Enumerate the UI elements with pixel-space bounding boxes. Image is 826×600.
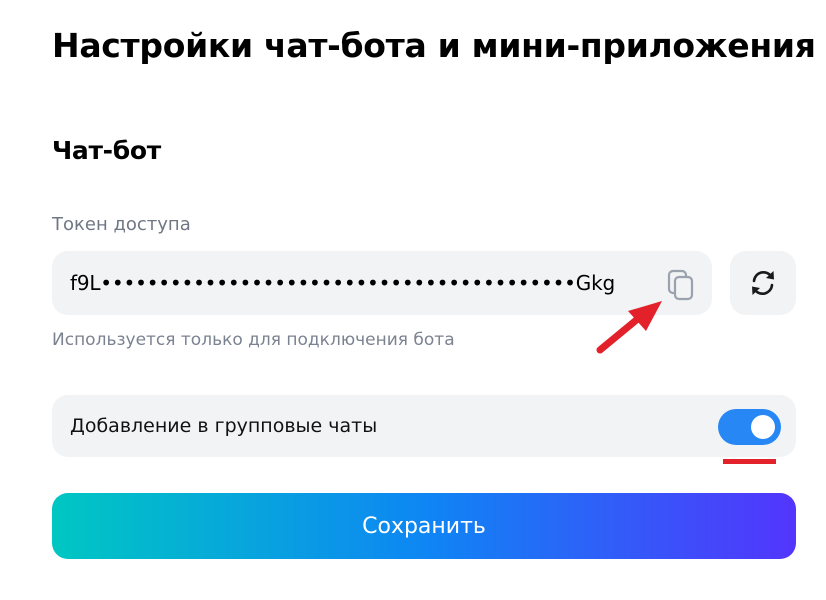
token-hint: Используется только для подключения бота	[52, 330, 455, 350]
section-title-chatbot: Чат-бот	[52, 136, 161, 165]
save-button[interactable]: Сохранить	[52, 493, 796, 559]
group-chats-row: Добавление в групповые чаты	[52, 395, 796, 457]
annotation-arrow	[596, 301, 662, 354]
regenerate-token-button[interactable]	[730, 251, 796, 315]
group-chats-label: Добавление в групповые чаты	[70, 415, 378, 437]
refresh-icon	[752, 271, 774, 295]
token-value: f9L•••••••••••••••••••••••••••••••••••••…	[70, 271, 615, 295]
group-chats-toggle[interactable]	[718, 409, 781, 445]
page-title: Настройки чат-бота и мини-приложения	[52, 26, 816, 65]
token-label: Токен доступа	[52, 214, 191, 235]
toggle-knob	[751, 415, 775, 439]
annotation-underline	[723, 459, 776, 464]
